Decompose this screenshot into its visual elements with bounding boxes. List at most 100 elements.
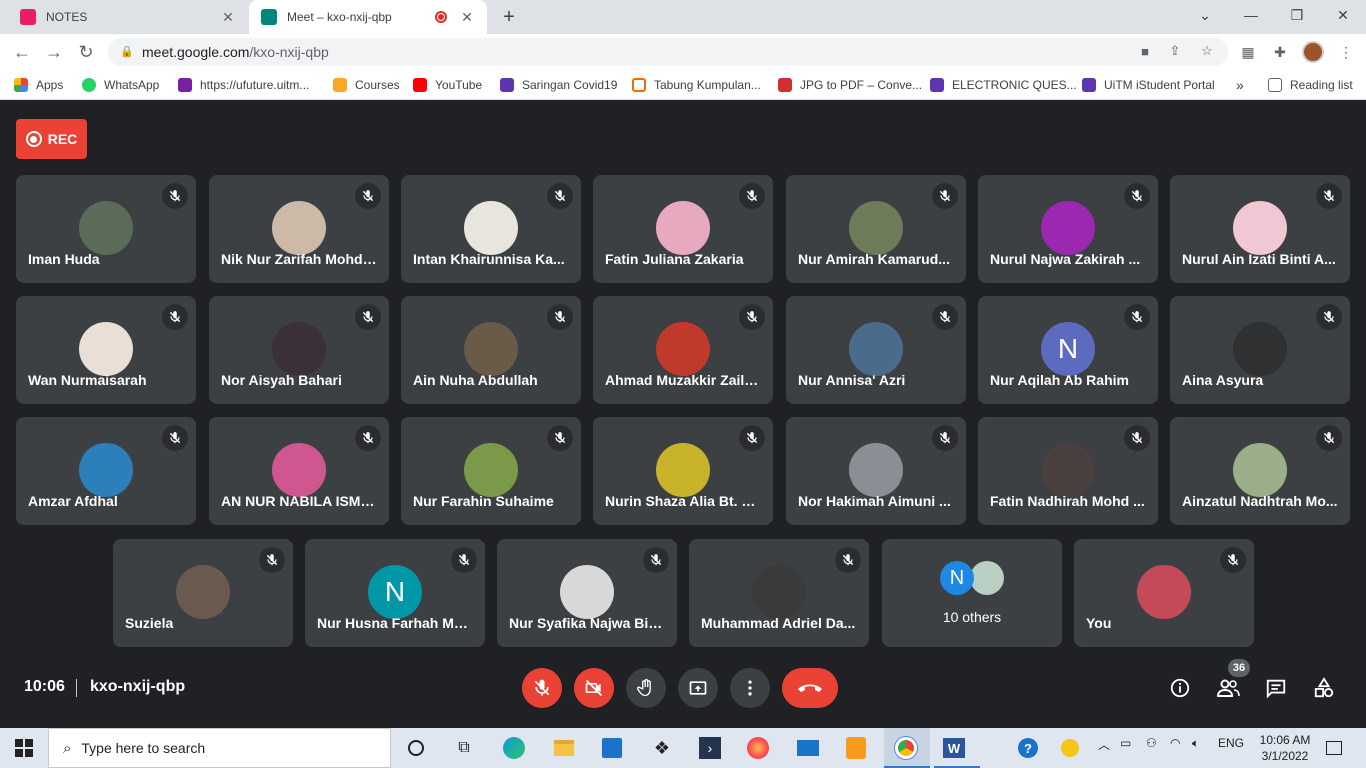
camera-off-button[interactable]: [574, 668, 614, 708]
more-options-button[interactable]: [730, 668, 770, 708]
close-icon[interactable]: ✕: [459, 9, 475, 25]
microphone-off-button[interactable]: [522, 668, 562, 708]
sublime-text-icon[interactable]: [844, 736, 868, 760]
others-tile[interactable]: N 10 others: [882, 539, 1062, 647]
back-arrow-icon[interactable]: ←: [10, 40, 34, 64]
word-icon[interactable]: W: [942, 736, 966, 760]
bookmark-jpg-to-pdf[interactable]: JPG to PDF – Conve...: [778, 76, 922, 94]
minimize-button[interactable]: —: [1228, 0, 1274, 30]
windows-start-icon[interactable]: [0, 728, 48, 768]
participant-tile[interactable]: Ainzatul Nadhtrah Mo...: [1170, 417, 1350, 525]
participant-tile[interactable]: Fatin Nadhirah Mohd ...: [978, 417, 1158, 525]
volume-icon[interactable]: 🔈︎: [1192, 736, 1199, 751]
tab-meet[interactable]: Meet – kxo-nxij-qbp ✕: [249, 0, 487, 34]
participant-tile[interactable]: Amzar Afdhal: [16, 417, 196, 525]
bookmark-apps[interactable]: Apps: [14, 76, 63, 94]
restore-button[interactable]: ❐: [1274, 0, 1320, 30]
wifi-icon[interactable]: ◠: [1170, 736, 1180, 750]
tab-notes[interactable]: NOTES ✕: [8, 0, 248, 34]
chrome-menu-icon[interactable]: ⋮: [1336, 42, 1356, 62]
participant-tile[interactable]: Muhammad Adriel Da...: [689, 539, 869, 647]
participant-tile[interactable]: Wan Nurmaisarah: [16, 296, 196, 404]
participant-tile[interactable]: Nur Annisa' Azri: [786, 296, 966, 404]
participant-tile[interactable]: Iman Huda: [16, 175, 196, 283]
participant-tile[interactable]: Nik Nur Zarifah Mohd ...: [209, 175, 389, 283]
people-button[interactable]: [1216, 676, 1240, 700]
participant-tile[interactable]: Fatin Juliana Zakaria: [593, 175, 773, 283]
bookmark-ufuture[interactable]: https://ufuture.uitm...: [178, 76, 309, 94]
raise-hand-button[interactable]: [626, 668, 666, 708]
participant-tile[interactable]: AN NUR NABILA ISMA...: [209, 417, 389, 525]
bookmarks-bar: Apps WhatsApp https://ufuture.uitm... Co…: [0, 70, 1366, 100]
dropbox-icon[interactable]: ❖: [650, 736, 674, 760]
participant-tile[interactable]: N Nur Aqilah Ab Rahim: [978, 296, 1158, 404]
bookmark-youtube[interactable]: YouTube: [413, 76, 482, 94]
present-screen-button[interactable]: [678, 668, 718, 708]
leave-call-button[interactable]: [782, 668, 838, 708]
chat-button[interactable]: [1264, 676, 1288, 700]
avatar: [752, 565, 806, 619]
participant-tile[interactable]: Nor Hakimah Aimuni ...: [786, 417, 966, 525]
recording-indicator-icon: [435, 11, 447, 23]
participant-tile[interactable]: Nur Farahin Suhaime: [401, 417, 581, 525]
file-explorer-icon[interactable]: [552, 736, 576, 760]
show-hidden-icons-icon[interactable]: ︿: [1098, 736, 1110, 753]
new-tab-button[interactable]: +: [498, 6, 520, 28]
bookmarks-overflow-button[interactable]: »: [1236, 76, 1244, 94]
firefox-icon[interactable]: [746, 736, 770, 760]
participant-tile[interactable]: Suziela: [113, 539, 293, 647]
notification-center-icon[interactable]: [1322, 736, 1346, 760]
search-icon: ⌕: [63, 739, 72, 757]
share-icon[interactable]: ⇪: [1166, 42, 1184, 60]
tab-search-icon[interactable]: ⌄: [1182, 0, 1228, 30]
taskbar-clock[interactable]: 10:06 AM 3/1/2022: [1252, 732, 1318, 764]
chrome-icon[interactable]: [894, 736, 918, 760]
participant-tile[interactable]: Aina Asyura: [1170, 296, 1350, 404]
task-view-icon[interactable]: ⧉: [452, 736, 476, 760]
reload-icon[interactable]: ↻: [74, 40, 98, 64]
edge-icon[interactable]: [502, 736, 526, 760]
apps-grid-icon[interactable]: ▦: [1238, 42, 1258, 62]
reading-list-button[interactable]: Reading list: [1268, 76, 1353, 94]
taskbar-search-box[interactable]: ⌕ Type here to search: [48, 728, 391, 768]
bookmark-istudent-portal[interactable]: UiTM iStudent Portal: [1082, 76, 1215, 94]
bookmark-courses[interactable]: Courses: [333, 76, 400, 94]
forward-arrow-icon[interactable]: →: [42, 40, 66, 64]
cortana-icon[interactable]: [404, 736, 428, 760]
meeting-details-button[interactable]: [1168, 676, 1192, 700]
profile-avatar[interactable]: [1302, 41, 1324, 63]
bookmark-saringan-covid19[interactable]: Saringan Covid19: [500, 76, 617, 94]
mail-icon[interactable]: [796, 736, 820, 760]
bookmark-electronic-ques[interactable]: ELECTRONIC QUES...: [930, 76, 1077, 94]
activities-button[interactable]: [1312, 676, 1336, 700]
battery-icon[interactable]: ▭: [1120, 736, 1131, 750]
participant-tile[interactable]: N Nur Husna Farhah Mo...: [305, 539, 485, 647]
powershell-icon[interactable]: ›: [698, 736, 722, 760]
weather-icon[interactable]: [1058, 736, 1082, 760]
participant-tile[interactable]: Ain Nuha Abdullah: [401, 296, 581, 404]
bookmark-star-icon[interactable]: ☆: [1198, 42, 1216, 60]
close-icon[interactable]: ✕: [220, 9, 236, 25]
recording-badge[interactable]: REC: [16, 119, 87, 159]
close-window-button[interactable]: ✕: [1320, 0, 1366, 30]
bookmark-tabung-kumpulan[interactable]: Tabung Kumpulan...: [632, 76, 761, 94]
address-bar[interactable]: 🔒 meet.google.com/kxo-nxij-qbp: [108, 38, 1228, 66]
extensions-puzzle-icon[interactable]: ✚: [1270, 42, 1290, 62]
participant-name: Nurul Najwa Zakirah ...: [990, 251, 1141, 267]
microsoft-store-icon[interactable]: [600, 736, 624, 760]
language-indicator[interactable]: ENG: [1218, 736, 1244, 750]
usb-icon[interactable]: ⚇: [1146, 736, 1157, 750]
camera-icon[interactable]: ■: [1136, 42, 1154, 60]
participant-tile[interactable]: Nur Syafika Najwa Bin...: [497, 539, 677, 647]
participant-tile[interactable]: Nurin Shaza Alia Bt. M...: [593, 417, 773, 525]
participant-tile[interactable]: Ahmad Muzakkir Zaila...: [593, 296, 773, 404]
participant-tile[interactable]: You: [1074, 539, 1254, 647]
participant-tile[interactable]: Nur Amirah Kamarud...: [786, 175, 966, 283]
help-icon[interactable]: ?: [1016, 736, 1040, 760]
participant-tile[interactable]: Nor Aisyah Bahari: [209, 296, 389, 404]
participant-tile[interactable]: Nurul Ain Izati Binti A...: [1170, 175, 1350, 283]
participant-tile[interactable]: Nurul Najwa Zakirah ...: [978, 175, 1158, 283]
reading-list-label: Reading list: [1290, 78, 1353, 92]
bookmark-whatsapp[interactable]: WhatsApp: [82, 76, 159, 94]
participant-tile[interactable]: Intan Khairunnisa Ka...: [401, 175, 581, 283]
